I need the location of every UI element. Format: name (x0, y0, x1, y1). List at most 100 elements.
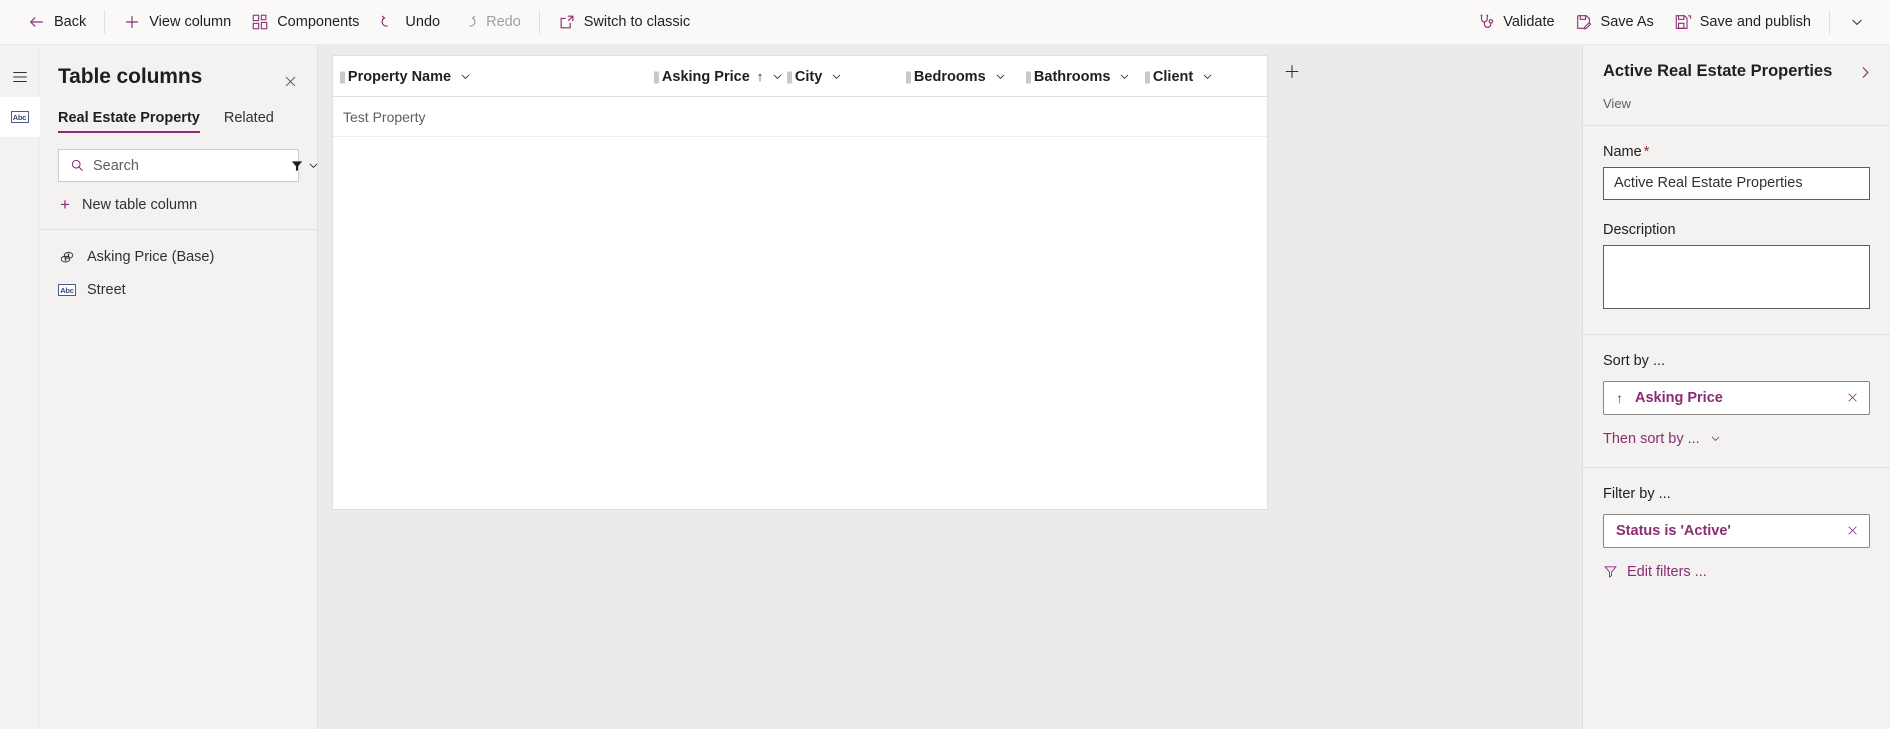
expand-panel-button[interactable] (1856, 61, 1874, 81)
hamburger-menu-button[interactable] (0, 57, 40, 97)
drag-handle-icon: ||| (1144, 69, 1149, 84)
abc-icon: Abc (11, 111, 29, 123)
tab-real-estate-property[interactable]: Real Estate Property (58, 110, 200, 133)
edit-filters-button[interactable]: Edit filters ... (1603, 564, 1870, 580)
view-properties-panel: Active Real Estate Properties View Name* (1582, 45, 1890, 729)
save-as-label: Save As (1601, 14, 1654, 30)
grid-header-row: ||| Property Name ||| Asking Price ↑ (333, 56, 1267, 97)
undo-icon (379, 13, 397, 31)
properties-title-row: Active Real Estate Properties (1603, 61, 1874, 82)
remove-filter-button[interactable] (1840, 524, 1859, 537)
name-description-section: Name* Description (1583, 126, 1890, 335)
command-overflow-button[interactable] (1838, 3, 1876, 41)
cell-asking-price (653, 97, 786, 137)
chevron-down-icon (1201, 70, 1214, 83)
switch-to-classic-button[interactable]: Switch to classic (548, 3, 700, 41)
table-columns-panel: Table columns Real Estate Property Relat… (40, 45, 318, 729)
undo-button[interactable]: Undo (369, 3, 450, 41)
then-sort-by-label: Then sort by ... (1603, 431, 1700, 447)
filter-icon (289, 157, 304, 175)
sort-ascending-icon: ↑ (1616, 390, 1623, 406)
page-title: Table columns (58, 65, 202, 89)
column-header-label: Client (1153, 69, 1193, 85)
save-as-button[interactable]: Save As (1565, 3, 1664, 41)
column-header-asking-price[interactable]: ||| Asking Price ↑ (653, 56, 786, 97)
arrow-left-icon (28, 13, 46, 31)
close-icon (281, 72, 299, 90)
properties-title: Active Real Estate Properties (1603, 61, 1832, 82)
command-separator (1829, 10, 1830, 34)
abc-icon: Abc (58, 284, 76, 296)
command-bar: Back View column (0, 0, 1890, 45)
remove-sort-button[interactable] (1840, 391, 1859, 404)
plus-icon (123, 13, 141, 31)
left-rail: Abc (0, 45, 40, 729)
components-button[interactable]: Components (241, 3, 369, 41)
column-header-label: Bathrooms (1034, 69, 1111, 85)
save-and-publish-button[interactable]: Save and publish (1664, 3, 1821, 41)
filter-chip-label: Status is 'Active' (1616, 523, 1840, 539)
components-icon (251, 13, 269, 31)
tab-related[interactable]: Related (224, 110, 274, 133)
column-header-label: City (795, 69, 822, 85)
command-bar-right-group: Validate Save As (1467, 3, 1876, 41)
chevron-down-icon (830, 70, 843, 83)
then-sort-by-button[interactable]: Then sort by ... (1603, 431, 1870, 447)
command-separator (104, 10, 105, 34)
rail-item-table-columns[interactable]: Abc (0, 97, 40, 137)
save-as-icon (1575, 13, 1593, 31)
command-bar-left-group: Back View column (18, 3, 700, 41)
list-item-label: Street (87, 282, 126, 298)
column-header-client[interactable]: ||| Client (1144, 56, 1267, 97)
cell-bedrooms (905, 97, 1025, 137)
new-table-column-button[interactable]: + New table column (40, 182, 317, 229)
list-item[interactable]: Asking Price (Base) (40, 240, 317, 274)
column-header-property-name[interactable]: ||| Property Name (333, 56, 653, 97)
search-input[interactable] (93, 158, 280, 174)
view-column-label: View column (149, 14, 231, 30)
save-publish-icon (1674, 13, 1692, 31)
switch-to-classic-label: Switch to classic (584, 14, 690, 30)
drag-handle-icon: ||| (339, 69, 344, 84)
filter-by-section: Filter by ... Status is 'Active' Edit fi… (1583, 468, 1890, 600)
open-new-window-icon (558, 13, 576, 31)
description-label: Description (1603, 222, 1870, 238)
table-row[interactable]: Test Property (333, 97, 1267, 137)
command-separator (539, 10, 540, 34)
description-field[interactable] (1603, 245, 1870, 309)
app-root: Back View column (0, 0, 1890, 729)
drag-handle-icon: ||| (905, 69, 910, 84)
view-column-button[interactable]: View column (113, 3, 241, 41)
list-item[interactable]: Abc Street (40, 274, 317, 306)
column-header-bathrooms[interactable]: ||| Bathrooms (1025, 56, 1144, 97)
add-column-button[interactable] (1276, 55, 1308, 87)
column-header-city[interactable]: ||| City (786, 56, 905, 97)
spacer (1603, 200, 1870, 222)
search-box (58, 149, 299, 182)
body: Abc Table columns Real Estate Property R… (0, 45, 1890, 729)
chevron-right-icon (1856, 63, 1874, 81)
new-table-column-label: New table column (82, 197, 197, 213)
required-asterisk: * (1644, 144, 1650, 160)
column-header-label: Property Name (348, 69, 451, 85)
table-columns-list: Asking Price (Base) Abc Street (40, 229, 317, 729)
redo-button[interactable]: Redo (450, 3, 531, 41)
chevron-down-icon (1709, 432, 1722, 445)
name-field[interactable] (1603, 167, 1870, 200)
filter-chip-status[interactable]: Status is 'Active' (1603, 514, 1870, 548)
column-header-bedrooms[interactable]: ||| Bedrooms (905, 56, 1025, 97)
search-icon (59, 158, 93, 173)
close-panel-button[interactable] (275, 66, 305, 96)
back-button[interactable]: Back (18, 3, 96, 41)
view-grid: ||| Property Name ||| Asking Price ↑ (332, 55, 1268, 510)
chevron-down-icon (1848, 13, 1866, 31)
view-designer-canvas: ||| Property Name ||| Asking Price ↑ (318, 45, 1582, 729)
sort-chip-asking-price[interactable]: ↑ Asking Price (1603, 381, 1870, 415)
validate-button[interactable]: Validate (1467, 3, 1564, 41)
list-item-label: Asking Price (Base) (87, 249, 214, 265)
grid-body: Test Property (333, 97, 1267, 509)
cell-city (786, 97, 905, 137)
currency-icon (58, 248, 76, 266)
properties-subtitle: View (1603, 96, 1874, 111)
sort-by-section: Sort by ... ↑ Asking Price Then sort by … (1583, 335, 1890, 468)
